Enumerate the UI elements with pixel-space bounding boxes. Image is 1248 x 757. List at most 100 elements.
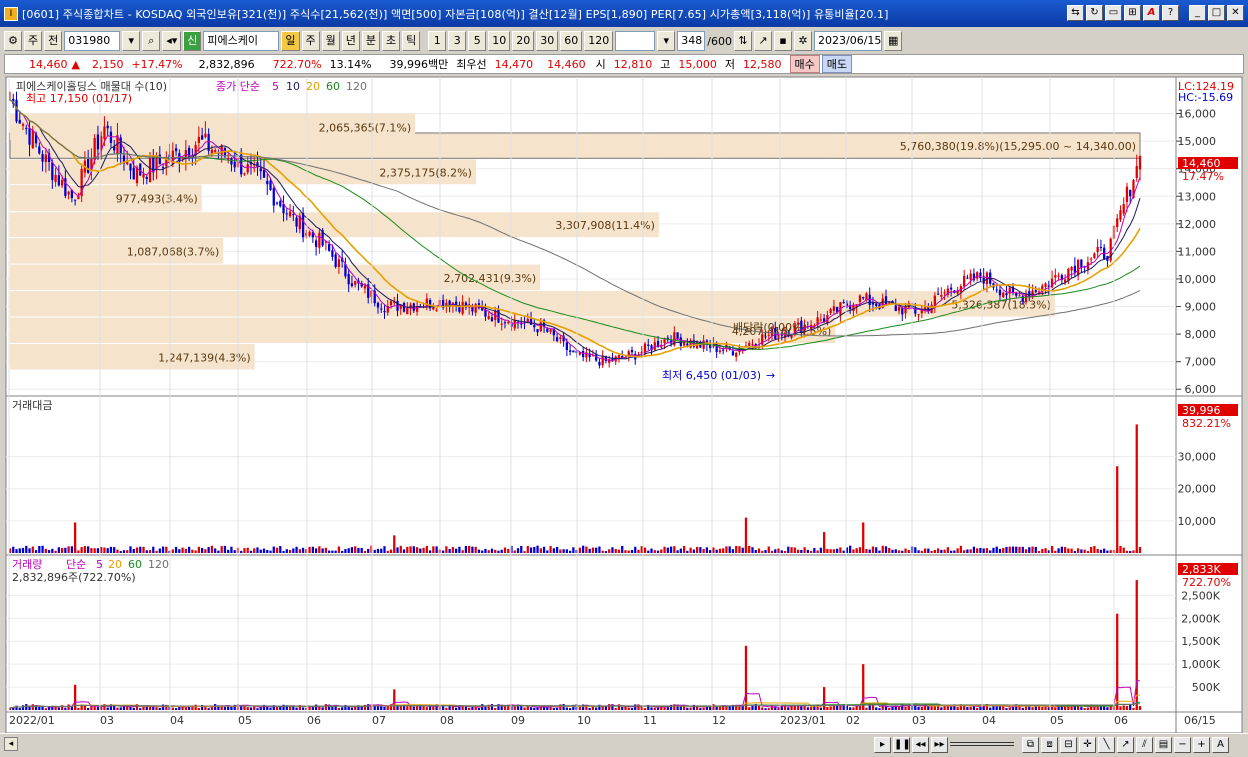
line-tool-icon[interactable]: ╲ (1098, 737, 1115, 753)
candle-body (621, 356, 624, 358)
pause-icon[interactable]: ❚❚ (893, 737, 911, 753)
volume-bar (174, 708, 178, 710)
amount-bar (383, 546, 386, 553)
candle-body (109, 131, 113, 143)
compare-icon[interactable]: ⧈ (1041, 737, 1058, 753)
volume-bar (972, 706, 976, 710)
volume-bar (568, 708, 572, 710)
amount-bar (477, 549, 481, 553)
candle-body (308, 231, 311, 236)
amount-bar (546, 550, 549, 553)
amount-bar (731, 549, 735, 553)
volume-bar (1083, 707, 1086, 710)
amount-bar (998, 548, 1002, 553)
volume-bar (321, 707, 324, 710)
amount-bar (542, 546, 546, 553)
candle-body (233, 161, 236, 168)
volume-bar (624, 706, 627, 710)
volume-bar (432, 706, 435, 710)
amount-bar (129, 546, 132, 553)
volume-bar (18, 707, 21, 710)
amount-bar (292, 548, 295, 553)
volume-bar (148, 706, 152, 710)
chart-scrollbar[interactable]: ◂ ▸ ❚❚ ◂◂ ▸▸ ⧉ ⧈ ⊟ ✛ ╲ ↗ ⫽ ▤ − + A (0, 733, 1248, 755)
candle-body (767, 334, 770, 336)
amount-bar (214, 548, 217, 553)
amount-bar (725, 546, 728, 553)
amount-bar (643, 547, 647, 553)
ma10-legend: 10 (286, 80, 300, 93)
volume-bar (314, 704, 318, 710)
candle-body (161, 167, 165, 169)
amount-bar (220, 546, 223, 553)
x-tick-label: 05 (1050, 714, 1064, 727)
amount-bar (481, 550, 484, 553)
volume-bar (448, 706, 451, 710)
grid-icon[interactable]: ▤ (1155, 737, 1172, 753)
x-tick-label: 03 (912, 714, 926, 727)
x-tick-label: 04 (170, 714, 184, 727)
amount-bar (500, 549, 503, 553)
crosshair-icon[interactable]: ✛ (1079, 737, 1096, 753)
amount-bar (12, 546, 15, 553)
volume-bar (158, 708, 161, 710)
amount-bar (184, 548, 187, 553)
copy-icon[interactable]: ⧉ (1022, 737, 1039, 753)
x-tick-label: 2022/01 (9, 714, 55, 727)
volume-bar (301, 707, 305, 710)
amount-bar (448, 549, 451, 553)
amount-bar (656, 550, 660, 553)
volume-bar (464, 706, 468, 710)
vma20-legend: 20 (108, 558, 122, 571)
amount-bar (712, 547, 715, 553)
volume-bar (490, 704, 494, 710)
amount-bar (373, 549, 376, 553)
plus-icon[interactable]: + (1193, 737, 1210, 753)
step-back-icon[interactable]: ◂◂ (912, 737, 929, 753)
amount-bar (568, 550, 572, 553)
fast-forward-icon[interactable]: ▸▸ (931, 737, 948, 753)
y-tick-label: 10,000 (1178, 515, 1217, 528)
minus-icon[interactable]: − (1174, 737, 1191, 753)
volume-bar (269, 707, 272, 710)
candle-body (174, 148, 178, 152)
amount-bar (1031, 546, 1034, 553)
amount-bar (60, 547, 64, 553)
candle-body (1002, 292, 1005, 298)
amount-bar (995, 546, 998, 553)
amount-bar (165, 546, 168, 553)
amount-bar (963, 550, 966, 553)
stock-chart[interactable]: 16,00015,00014,00013,00012,00011,00010,0… (0, 0, 1248, 757)
amount-bar (865, 548, 868, 553)
volume-bar (93, 706, 96, 710)
volume-bar (197, 707, 201, 710)
volume-bar (998, 706, 1002, 710)
amount-bar (839, 547, 842, 553)
amount-bar (829, 549, 832, 553)
volume-bar (832, 705, 836, 710)
amount-bar (227, 549, 230, 553)
channel-icon[interactable]: ⫽ (1136, 737, 1153, 753)
scroll-right-icon[interactable]: ▸ (874, 737, 891, 753)
zoom-slider[interactable] (950, 742, 1014, 746)
amount-bar (331, 550, 334, 553)
x-tick-label: 11 (643, 714, 657, 727)
amount-bar (148, 550, 152, 553)
text-tool-icon[interactable]: A (1212, 737, 1229, 753)
amount-bar (585, 546, 588, 553)
amount-bar (855, 548, 858, 553)
amount-bar (533, 546, 536, 553)
amount-bar (1021, 546, 1024, 553)
split-icon[interactable]: ⊟ (1060, 737, 1077, 753)
volume-bar (826, 706, 829, 710)
amount-spike-bar (1135, 424, 1138, 553)
amount-bar (555, 546, 559, 553)
y-tick-label: 15,000 (1178, 135, 1217, 148)
scroll-left-icon[interactable]: ◂ (4, 737, 18, 751)
candle-body (145, 177, 148, 179)
x-tick-label: 09 (511, 714, 525, 727)
amount-bar (64, 547, 67, 553)
amount-bar (1067, 548, 1070, 553)
amount-bar (1073, 551, 1077, 553)
ray-tool-icon[interactable]: ↗ (1117, 737, 1134, 753)
